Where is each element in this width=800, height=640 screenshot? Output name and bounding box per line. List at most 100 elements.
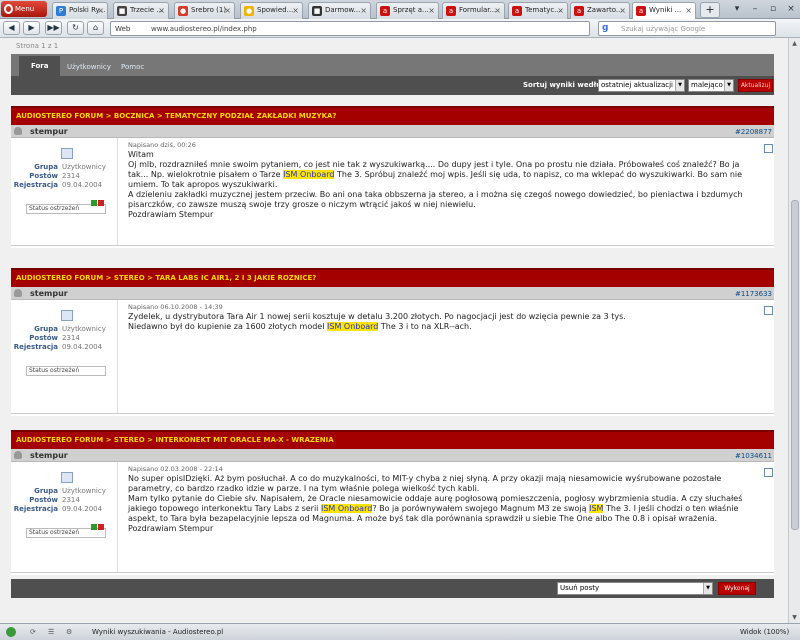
user-panel: Grupa Użytkownicy Postów 2314 Rejestracja 0… [11,462,118,572]
browser-tab[interactable]: a Tematyc... × [508,2,568,19]
post-text: Mam tylko pytanie do Ciebie słv. Napisał… [128,494,743,523]
browser-tab-active[interactable]: a Wyniki ... × [632,2,696,19]
close-tab-icon[interactable]: × [494,3,501,18]
tab-help[interactable]: Pomoc [112,58,153,76]
opera-logo-icon [4,4,13,14]
restore-icon[interactable]: ▫ [764,2,782,17]
avatar [61,310,73,321]
scrollbar-thumb[interactable] [791,200,799,530]
settings-icon[interactable]: ⚙ [66,624,72,640]
registration-value: 09.04.2004 [62,343,103,351]
warn-minus-icon[interactable] [98,524,104,530]
tab-users[interactable]: Użytkownicy [58,58,120,76]
minimize-icon[interactable]: – [746,2,764,17]
close-tab-icon[interactable]: × [224,3,231,18]
post-topic-link[interactable]: AUDIOSTEREO FORUM > BOCZNICA > TEMATYCZN… [11,106,774,125]
forum-nav-tabs: Fora Użytkownicy Pomoc [11,54,774,76]
warning-status-label: Status ostrzeżeń [29,529,80,536]
warn-plus-icon[interactable] [91,200,97,206]
browser-toolbar: ◀ ▶ ▶▶ ↻ ⌂ Web www.audiostereo.pl/index.… [0,19,800,38]
browser-tab-bar: Menu P Polski Ry... × ■ Trzecie ... × ● Srebr… [0,0,800,19]
select-post-checkbox[interactable] [764,144,773,153]
search-highlight: Onboard [299,170,335,179]
page-scrollbar[interactable]: ▲ ▼ [788,38,800,623]
avatar [61,148,73,159]
search-box[interactable]: g Szukaj używając Google [598,21,776,36]
tab-label: Zawarto... [587,6,623,14]
execute-button[interactable]: Wykonaj [718,582,756,595]
search-highlight: ISM [327,322,342,331]
home-icon[interactable]: ⌂ [87,21,104,35]
forward-icon[interactable]: ▶ [23,21,40,35]
user-icon [14,451,22,459]
google-icon: g [602,23,609,33]
group-value: Użytkownicy [62,325,106,333]
scroll-up-icon[interactable]: ▲ [789,38,800,49]
order-select[interactable]: malejąco ▼ [688,79,734,92]
browser-tab[interactable]: a Sprzęt a... × [376,2,439,19]
back-icon[interactable]: ◀ [3,21,20,35]
site-favicon-icon: a [574,6,584,16]
close-tab-icon[interactable]: × [292,3,299,18]
post-signature: Pozdrawiam Stempur [128,210,214,219]
tab-fora[interactable]: Fora [19,56,61,76]
zoom-level[interactable]: Widok (100%) [740,624,789,640]
warning-status: Status ostrzeżeń [26,524,106,538]
close-tab-icon[interactable]: × [158,3,165,18]
posts-value: 2314 [62,172,80,180]
post-text: Oj mlb, rozdrazniłeś mnie swoim pytaniem… [128,160,743,189]
browser-tab[interactable]: a Zawarto... × [570,2,630,19]
post-date: Napisano 02.03.2008 - 22:14 [128,465,223,473]
tab-label: Darmow... [325,6,361,14]
browser-tab[interactable]: ● Spowied... × [240,2,303,19]
registration-value: 09.04.2004 [62,181,103,189]
browser-tab[interactable]: P Polski Ry... × [52,2,108,19]
post-signature: Pozdrawiam Stempur [128,524,214,533]
close-tab-icon[interactable]: × [97,3,104,18]
select-post-checkbox[interactable] [764,468,773,477]
browser-tab[interactable]: ■ Darmow... × [308,2,371,19]
turbo-icon[interactable]: ⟳ [30,624,36,640]
new-tab-button[interactable]: + [700,2,720,18]
close-tab-icon[interactable]: × [557,3,564,18]
posts-value: 2314 [62,496,80,504]
warn-plus-icon[interactable] [91,524,97,530]
username-link[interactable]: stempur [30,287,68,300]
opera-menu-button[interactable]: Menu [1,1,47,17]
reload-icon[interactable]: ↻ [67,21,84,35]
tab-label: Tematyc... [525,6,561,14]
scroll-down-icon[interactable]: ▼ [789,612,800,623]
select-post-checkbox[interactable] [764,306,773,315]
moderation-select[interactable]: Usuń posty ▼ [557,582,713,595]
username-link[interactable]: stempur [30,449,68,462]
browser-tab[interactable]: a Formular... × [442,2,505,19]
close-tab-icon[interactable]: × [360,3,367,18]
update-button[interactable]: Aktualizuj [738,79,773,92]
moderation-value: Usuń posty [560,584,600,592]
warn-minus-icon[interactable] [98,200,104,206]
post-text: No super opisIDzięki. Aż bym posłuchał. … [128,474,722,493]
fast-forward-icon[interactable]: ▶▶ [45,21,62,35]
tab-list-icon[interactable]: ▾ [728,2,746,17]
username-link[interactable]: stempur [30,125,68,138]
site-favicon-icon: a [512,6,522,16]
close-tab-icon[interactable]: × [685,3,692,18]
site-favicon-icon: ● [178,6,188,16]
posts-label: Postów [29,172,58,180]
post-topic-link[interactable]: AUDIOSTEREO FORUM > STEREO > TARA LABS I… [11,268,774,287]
user-icon [14,127,22,135]
post-topic-link[interactable]: AUDIOSTEREO FORUM > STEREO > INTERKONEKT… [11,430,774,449]
chevron-down-icon: ▼ [675,80,684,91]
browser-tab[interactable]: ● Srebro (1) × [174,2,235,19]
address-bar[interactable]: Web www.audiostereo.pl/index.php [110,21,689,36]
browser-tab[interactable]: ■ Trzecie ... × [113,2,169,19]
close-tab-icon[interactable]: × [619,3,626,18]
close-tab-icon[interactable]: × [428,3,435,18]
url-text: www.audiostereo.pl/index.php [151,25,257,33]
speed-dial-icon[interactable]: ☰ [48,624,54,640]
sort-select[interactable]: ostatniej aktualizacji ▼ [598,79,685,92]
close-window-icon[interactable]: × [782,2,800,17]
unite-icon[interactable] [6,627,16,637]
post-header: stempur #2208877 [11,125,774,138]
post-body: Grupa Użytkownicy Postów 2314 Rejestracja 0… [11,300,774,414]
